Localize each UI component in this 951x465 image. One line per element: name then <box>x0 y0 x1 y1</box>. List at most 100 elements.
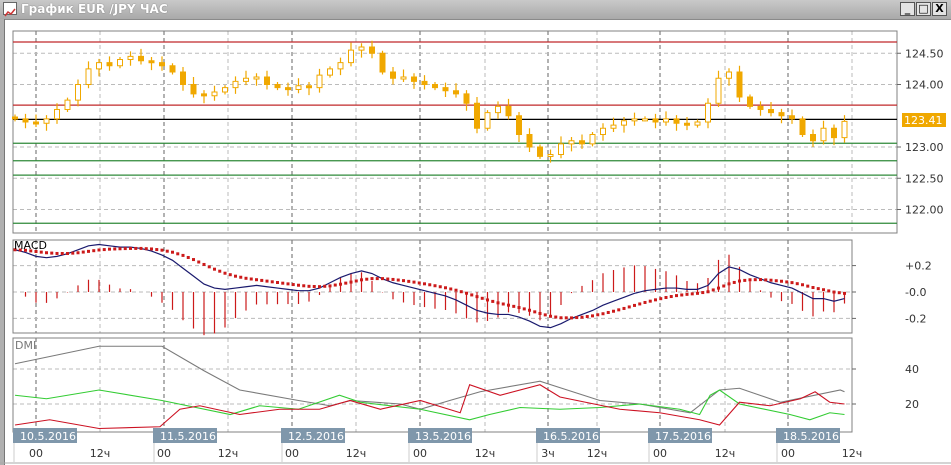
signal-line-dot <box>87 249 90 253</box>
candle-body <box>411 76 417 82</box>
signal-line-dot <box>612 309 615 313</box>
signal-line-dot <box>543 313 547 317</box>
signal-line-dot <box>223 271 227 275</box>
candle-body <box>243 77 249 82</box>
signal-line-dot <box>785 280 789 284</box>
signal-line-dot <box>486 298 489 302</box>
candle-body <box>316 74 323 89</box>
hour-label: 00 <box>29 447 43 460</box>
candle-body <box>820 127 827 142</box>
signal-line-dot <box>512 304 516 308</box>
signal-line-dot <box>391 277 395 281</box>
signal-line-dot <box>454 288 458 292</box>
signal-line-dot <box>843 291 846 295</box>
signal-line-dot <box>323 284 327 288</box>
hour-label: 12ч <box>587 447 608 460</box>
signal-line-dot <box>701 291 705 295</box>
signal-line-dot <box>213 267 216 271</box>
candle-body <box>169 65 176 73</box>
signal-line-dot <box>202 262 206 266</box>
signal-line-dot <box>759 278 762 282</box>
signal-line-dot <box>318 285 321 289</box>
candle-body <box>841 120 848 139</box>
signal-line-dot <box>480 296 484 300</box>
macd-axis-label: -0.0 <box>905 286 926 299</box>
signal-line-dot <box>528 308 531 312</box>
signal-line-dot <box>339 282 342 286</box>
hour-label: 00 <box>781 447 795 460</box>
candle-body <box>463 93 470 104</box>
signal-line-dot <box>197 260 201 264</box>
hour-label: 12ч <box>475 447 496 460</box>
signal-line-dot <box>654 298 657 302</box>
signal-line-dot <box>344 281 348 285</box>
signal-line-dot <box>370 277 374 281</box>
hour-label: 3ч <box>541 447 555 460</box>
signal-line-dot <box>113 247 117 251</box>
signal-line-dot <box>55 251 59 255</box>
hour-label: 12ч <box>346 447 367 460</box>
signal-line-dot <box>811 286 815 290</box>
signal-line-dot <box>176 252 180 256</box>
signal-line-dot <box>822 288 825 292</box>
signal-line-dot <box>81 250 85 254</box>
candle-body <box>757 105 764 110</box>
signal-line-dot <box>118 247 122 251</box>
signal-line-dot <box>449 287 453 291</box>
candle-body <box>43 118 50 124</box>
signal-line-dot <box>633 303 636 307</box>
candle-body <box>831 127 837 139</box>
signal-line-dot <box>428 283 432 287</box>
dmi-label: DMI <box>15 339 36 352</box>
hour-label: 00 <box>285 447 299 460</box>
signal-line-dot <box>155 248 159 252</box>
signal-line-dot <box>60 251 64 255</box>
signal-line-dot <box>297 283 300 287</box>
candle-body <box>211 91 218 97</box>
candle-body <box>799 118 806 135</box>
candle-body <box>537 146 543 157</box>
signal-line-dot <box>228 273 232 277</box>
signal-line-dot <box>648 299 652 303</box>
candle-body <box>442 87 449 92</box>
candle-body <box>274 84 281 89</box>
candle-body <box>337 62 344 70</box>
candle-body <box>453 90 459 95</box>
candle-body <box>190 84 197 95</box>
candle-body <box>432 84 438 89</box>
signal-line-dot <box>328 284 332 288</box>
candle-body <box>789 115 795 120</box>
candle-body <box>705 102 711 123</box>
signal-line-dot <box>244 276 248 280</box>
signal-line-dot <box>249 277 253 281</box>
candle-body <box>306 85 312 89</box>
signal-line-dot <box>643 300 647 304</box>
signal-line-dot <box>580 315 584 319</box>
signal-line-dot <box>354 279 358 283</box>
candle-body <box>327 68 333 76</box>
signal-line-dot <box>517 306 521 310</box>
candle-body <box>64 99 71 110</box>
signal-line-dot <box>732 280 736 284</box>
signal-line-dot <box>685 292 689 296</box>
signal-line-dot <box>276 280 279 284</box>
signal-line-dot <box>538 311 542 315</box>
signal-line-dot <box>76 251 80 255</box>
candle-body <box>421 80 428 85</box>
signal-line-dot <box>753 278 757 282</box>
signal-line-dot <box>381 277 384 281</box>
signal-line-dot <box>549 314 552 318</box>
candle-body <box>75 84 81 101</box>
candle-body <box>810 134 816 142</box>
candle-body <box>159 62 165 67</box>
signal-line-dot <box>260 278 264 282</box>
signal-line-dot <box>407 279 411 283</box>
signal-line-dot <box>748 278 752 282</box>
signal-line-dot <box>265 279 269 283</box>
price-panel <box>12 30 898 234</box>
signal-line-dot <box>780 279 783 283</box>
signal-line-dot <box>302 284 306 288</box>
chart-canvas[interactable]: MACD DMI 124.50 124.00 123.00 122.50 122.00 +… <box>0 0 951 465</box>
signal-line-dot <box>108 247 111 251</box>
signal-line-dot <box>738 279 741 283</box>
